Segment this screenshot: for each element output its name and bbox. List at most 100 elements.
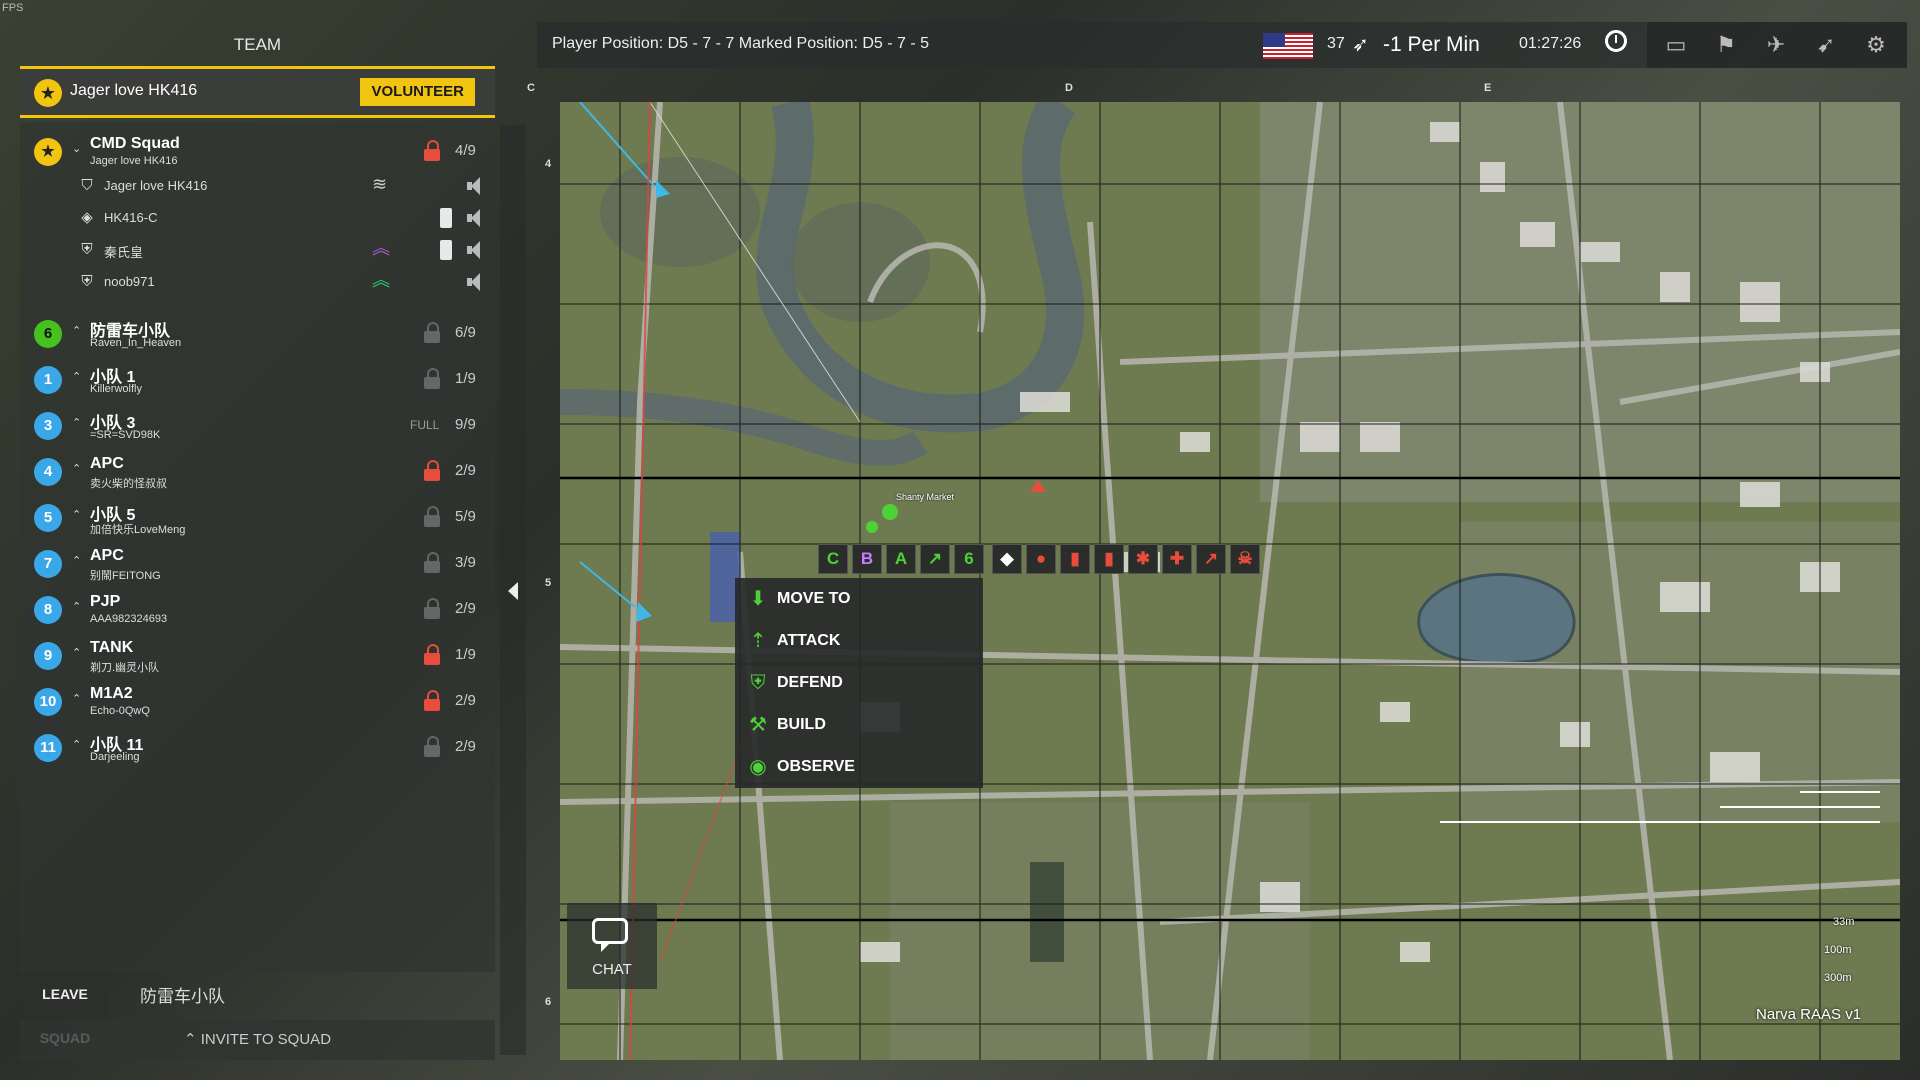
chevron-up-icon[interactable]: ⌃	[72, 554, 81, 567]
squad-row[interactable]: 9 ⌃ TANK 剃刀.幽灵小队 1/9	[20, 634, 495, 680]
member-name: 秦氏皇	[104, 245, 144, 260]
squad-row[interactable]: 3 ⌃ 小队 3 =SR=SVD98K FULL 9/9	[20, 404, 495, 450]
grid-row-label: 5	[545, 577, 552, 589]
chevron-up-icon[interactable]: ⌃	[72, 324, 81, 337]
rocket-help-icon[interactable]: ➹	[1811, 30, 1841, 60]
attack-icon: ⇡	[749, 630, 767, 652]
chevron-up-icon[interactable]: ⌃	[72, 738, 81, 751]
context-menu-item[interactable]: ◉ OBSERVE	[735, 746, 983, 788]
squad-leader-name: Darjeeling	[90, 751, 140, 763]
marker-move-button[interactable]: ↗	[920, 544, 950, 574]
medic-shield-icon: ⛨	[81, 273, 93, 290]
lock-icon	[424, 460, 440, 482]
marker-enemy-emplacement-button[interactable]: ✱	[1128, 544, 1158, 574]
squad-number-badge: 5	[34, 504, 62, 532]
squad-row[interactable]: 1 ⌃ 小队 1 Killerwolfly 1/9	[20, 358, 495, 404]
chat-button[interactable]: CHAT	[567, 903, 657, 989]
lock-icon	[424, 598, 440, 620]
eye-icon: ◉	[749, 756, 767, 778]
squad-name: APC	[90, 547, 124, 564]
vehicle-help-icon[interactable]: ✈	[1761, 30, 1791, 60]
squad-number-badge: 11	[34, 734, 62, 762]
team-leader-bar: ★ Jager love HK416 VOLUNTEER	[20, 66, 495, 118]
context-menu-item[interactable]: ⚒ BUILD	[735, 704, 983, 746]
build-icon: ⚒	[749, 714, 767, 736]
team-title: TEAM	[233, 35, 282, 54]
squad-name: PJP	[90, 593, 121, 610]
squad-name: M1A2	[90, 685, 133, 702]
chevron-down-icon[interactable]: ⌄	[72, 142, 81, 155]
chevron-up-icon[interactable]: ⌃	[72, 600, 81, 613]
chevron-up-icon[interactable]: ⌃	[72, 462, 81, 475]
ticket-count: 37	[1327, 35, 1345, 52]
topbar-icon-group: ▭ ⚑ ✈ ➹ ⚙	[1647, 22, 1907, 68]
squad-count: 2/9	[455, 738, 476, 755]
ticket-icon: ➶	[1352, 34, 1369, 56]
squad-row[interactable]: 4 ⌃ APC 卖火柴的怪叔叔 2/9	[20, 450, 495, 496]
squad-row[interactable]: 10 ⌃ M1A2 Echo-0QwQ 2/9	[20, 680, 495, 726]
chat-label: CHAT	[592, 961, 632, 978]
context-menu-label: BUILD	[777, 716, 826, 733]
marker-enemy-move-button[interactable]: ↗	[1196, 544, 1226, 574]
squad-count: 5/9	[455, 508, 476, 525]
squad-row[interactable]: 8 ⌃ PJP AAA982324693 2/9	[20, 588, 495, 634]
chevron-up-icon[interactable]: ⌃	[72, 416, 81, 429]
context-menu-label: ATTACK	[777, 632, 841, 649]
gear-icon[interactable]: ⚙	[1861, 30, 1891, 60]
chevron-up-icon[interactable]: ⌃	[72, 692, 81, 705]
context-menu-item[interactable]: ⛨ DEFEND	[735, 662, 983, 704]
chevron-up-icon[interactable]: ⌃	[72, 508, 81, 521]
scale-label: 300m	[1824, 972, 1852, 984]
move-arrow-icon: ⬇	[749, 588, 767, 610]
marker-enemy-infantry-button[interactable]: ●	[1026, 544, 1056, 574]
marker-diamond-button[interactable]: ◆	[992, 544, 1022, 574]
squad-count: 6/9	[455, 324, 476, 341]
grid-row-label: 4	[545, 158, 552, 170]
speaker-icon[interactable]	[467, 273, 483, 291]
leave-squad-button[interactable]: LEAVE SQUAD	[20, 972, 110, 1046]
kit-icon	[440, 240, 452, 260]
marker-enemy-helo-button[interactable]: ✚	[1162, 544, 1192, 574]
speaker-icon[interactable]	[467, 241, 483, 259]
squad-member-row[interactable]: ⛨ noob971 ︽	[20, 266, 495, 298]
member-name: Jager love HK416	[104, 178, 208, 193]
lock-icon	[424, 736, 440, 758]
squad-help-icon[interactable]: ⚑	[1711, 30, 1741, 60]
grid-row-label: 6	[545, 996, 552, 1008]
marker-squad-button[interactable]: 6	[954, 544, 984, 574]
marker-b-button[interactable]: B	[852, 544, 882, 574]
squad-member-row[interactable]: ⛨ 秦氏皇 ︽	[20, 234, 495, 266]
squad-row[interactable]: 5 ⌃ 小队 5 加倍快乐LoveMeng 5/9	[20, 496, 495, 542]
squad-member-row[interactable]: ◈ HK416-C	[20, 202, 495, 234]
chat-bubble-icon[interactable]: ▭	[1661, 30, 1691, 60]
squad-member-row[interactable]: ⛉ Jager love HK416 ≋	[20, 170, 495, 202]
lock-icon	[424, 644, 440, 666]
chevron-up-icon[interactable]: ⌃	[72, 370, 81, 383]
volunteer-button[interactable]: VOLUNTEER	[360, 78, 475, 106]
us-flag-icon	[1263, 33, 1313, 59]
squad-number-badge: ★	[34, 138, 62, 166]
diamond-shield-icon: ◈	[81, 209, 93, 226]
squad-row[interactable]: 11 ⌃ 小队 11 Darjeeling 2/9	[20, 726, 495, 772]
scale-label: 33m	[1833, 916, 1855, 928]
invite-to-squad-button[interactable]: ⌃ INVITE TO SQUAD	[20, 1020, 495, 1060]
squad-row[interactable]: 7 ⌃ APC 别鬧FEITONG 3/9	[20, 542, 495, 588]
collapse-arrow-icon[interactable]	[508, 582, 518, 600]
context-menu-item[interactable]: ⇡ ATTACK	[735, 620, 983, 662]
speaker-icon[interactable]	[467, 177, 483, 195]
marker-enemy-armor-button[interactable]: ▮	[1094, 544, 1124, 574]
lock-icon	[424, 322, 440, 344]
squad-count: 2/9	[455, 692, 476, 709]
chevron-up-icon[interactable]: ⌃	[72, 646, 81, 659]
speaker-icon[interactable]	[467, 209, 483, 227]
marker-enemy-vehicle-button[interactable]: ▮	[1060, 544, 1090, 574]
squad-row[interactable]: 6 ⌃ 防雷车小队 Raven_In_Heaven 6/9	[20, 312, 495, 358]
double-chevron-icon: ︽	[372, 238, 390, 258]
star-icon: ★	[34, 79, 62, 107]
context-menu-item[interactable]: ⬇ MOVE TO	[735, 578, 983, 620]
marker-c-button[interactable]: C	[818, 544, 848, 574]
marker-skull-button[interactable]: ☠	[1230, 544, 1260, 574]
marker-a-button[interactable]: A	[886, 544, 916, 574]
squad-name: APC	[90, 455, 124, 472]
squad-number-badge: 3	[34, 412, 62, 440]
